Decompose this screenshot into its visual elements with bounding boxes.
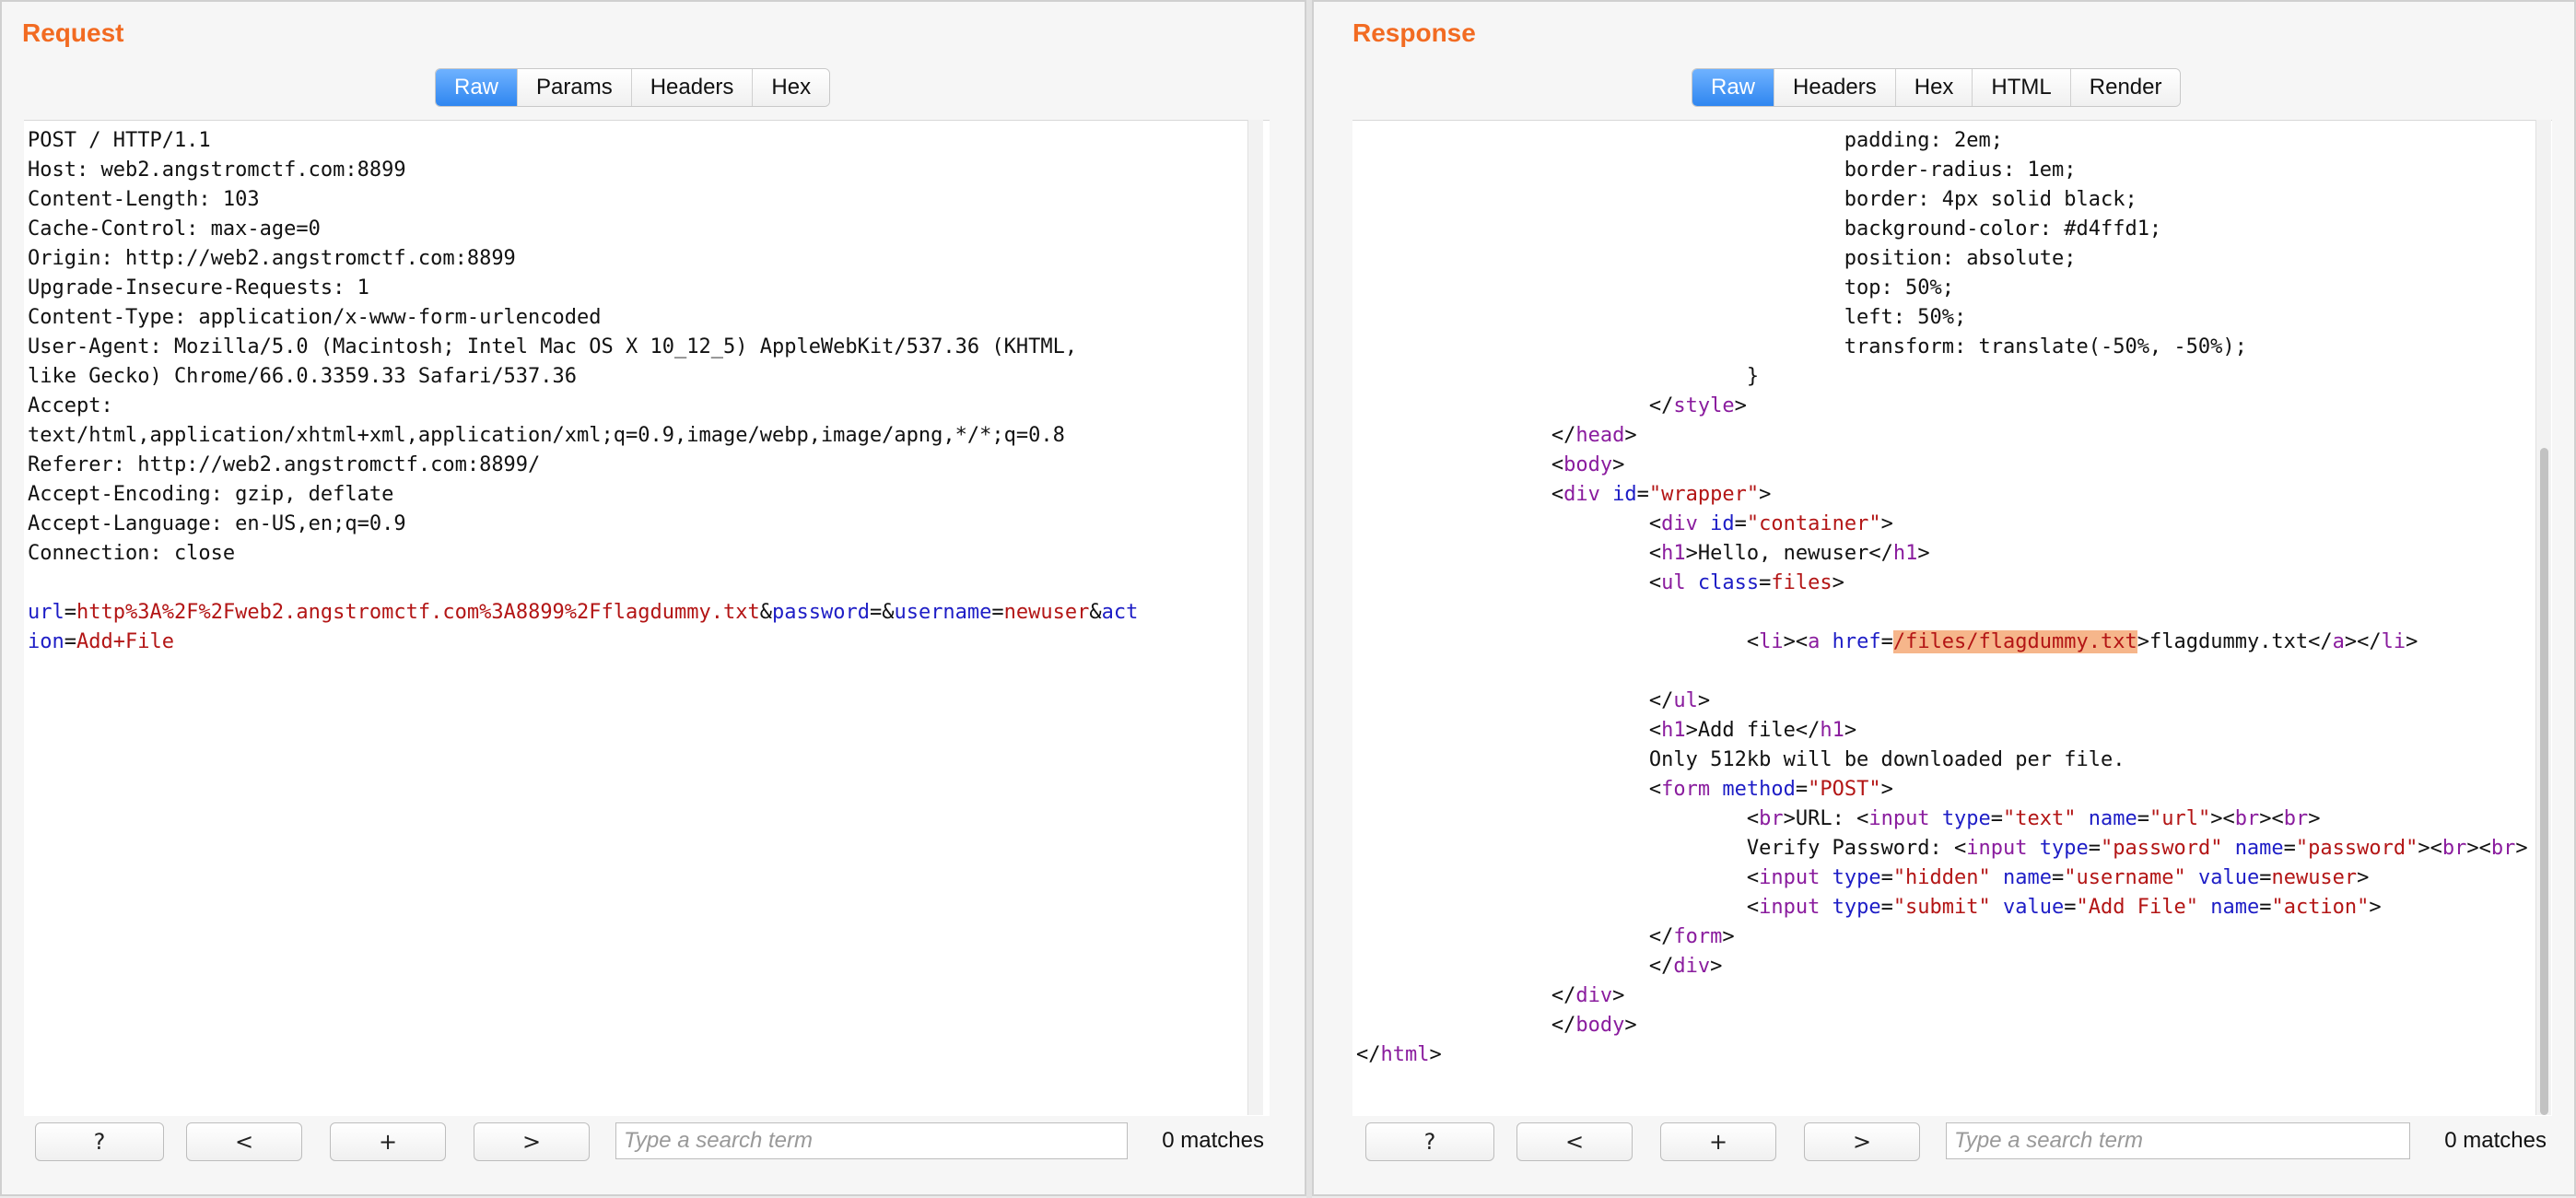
tab-render[interactable]: Render — [2070, 69, 2181, 106]
response-scroll-thumb[interactable] — [2540, 448, 2548, 1115]
tab-raw[interactable]: Raw — [436, 69, 519, 106]
tab-hex[interactable]: Hex — [753, 69, 830, 106]
tab-hex[interactable]: Hex — [1895, 69, 1973, 106]
response-editor[interactable]: padding: 2em; border-radius: 1em; border… — [1352, 120, 2552, 1116]
help-button[interactable]: ? — [1365, 1122, 1494, 1161]
tab-params[interactable]: Params — [518, 69, 632, 106]
matches-count: 0 matches — [2423, 1122, 2552, 1159]
tab-headers[interactable]: Headers — [1774, 69, 1896, 106]
response-scrollbar[interactable] — [2535, 120, 2551, 1115]
response-title: Response — [1352, 18, 1476, 47]
add-button[interactable]: + — [1660, 1122, 1776, 1161]
request-title: Request — [22, 18, 124, 47]
response-tabbar: Raw Headers Hex HTML Render — [1692, 68, 2182, 107]
request-raw-text: POST / HTTP/1.1 Host: web2.angstromctf.c… — [28, 129, 1139, 653]
search-input[interactable]: Type a search term — [615, 1122, 1128, 1159]
request-scrollbar[interactable] — [1247, 120, 1263, 1115]
request-editor[interactable]: POST / HTTP/1.1 Host: web2.angstromctf.c… — [24, 120, 1270, 1116]
tab-html[interactable]: HTML — [1973, 69, 2071, 106]
help-button[interactable]: ? — [35, 1122, 164, 1161]
next-button[interactable]: > — [1804, 1122, 1920, 1161]
request-tabbar: Raw Params Headers Hex — [435, 68, 831, 107]
search-input[interactable]: Type a search term — [1946, 1122, 2410, 1159]
response-raw-text: padding: 2em; border-radius: 1em; border… — [1356, 129, 2528, 1066]
response-pane: Response Raw Headers Hex HTML Render pad… — [1312, 0, 2576, 1196]
tab-raw[interactable]: Raw — [1692, 69, 1775, 106]
request-search-bar: ? < + > Type a search term 0 matches — [2, 1119, 1305, 1165]
prev-button[interactable]: < — [1516, 1122, 1633, 1161]
next-button[interactable]: > — [474, 1122, 590, 1161]
tab-headers[interactable]: Headers — [631, 69, 754, 106]
add-button[interactable]: + — [330, 1122, 446, 1161]
response-search-bar: ? < + > Type a search term 0 matches — [1314, 1119, 2574, 1165]
request-pane: Request Raw Params Headers Hex POST / HT… — [0, 0, 1306, 1196]
matches-count: 0 matches — [1141, 1122, 1270, 1159]
prev-button[interactable]: < — [186, 1122, 302, 1161]
